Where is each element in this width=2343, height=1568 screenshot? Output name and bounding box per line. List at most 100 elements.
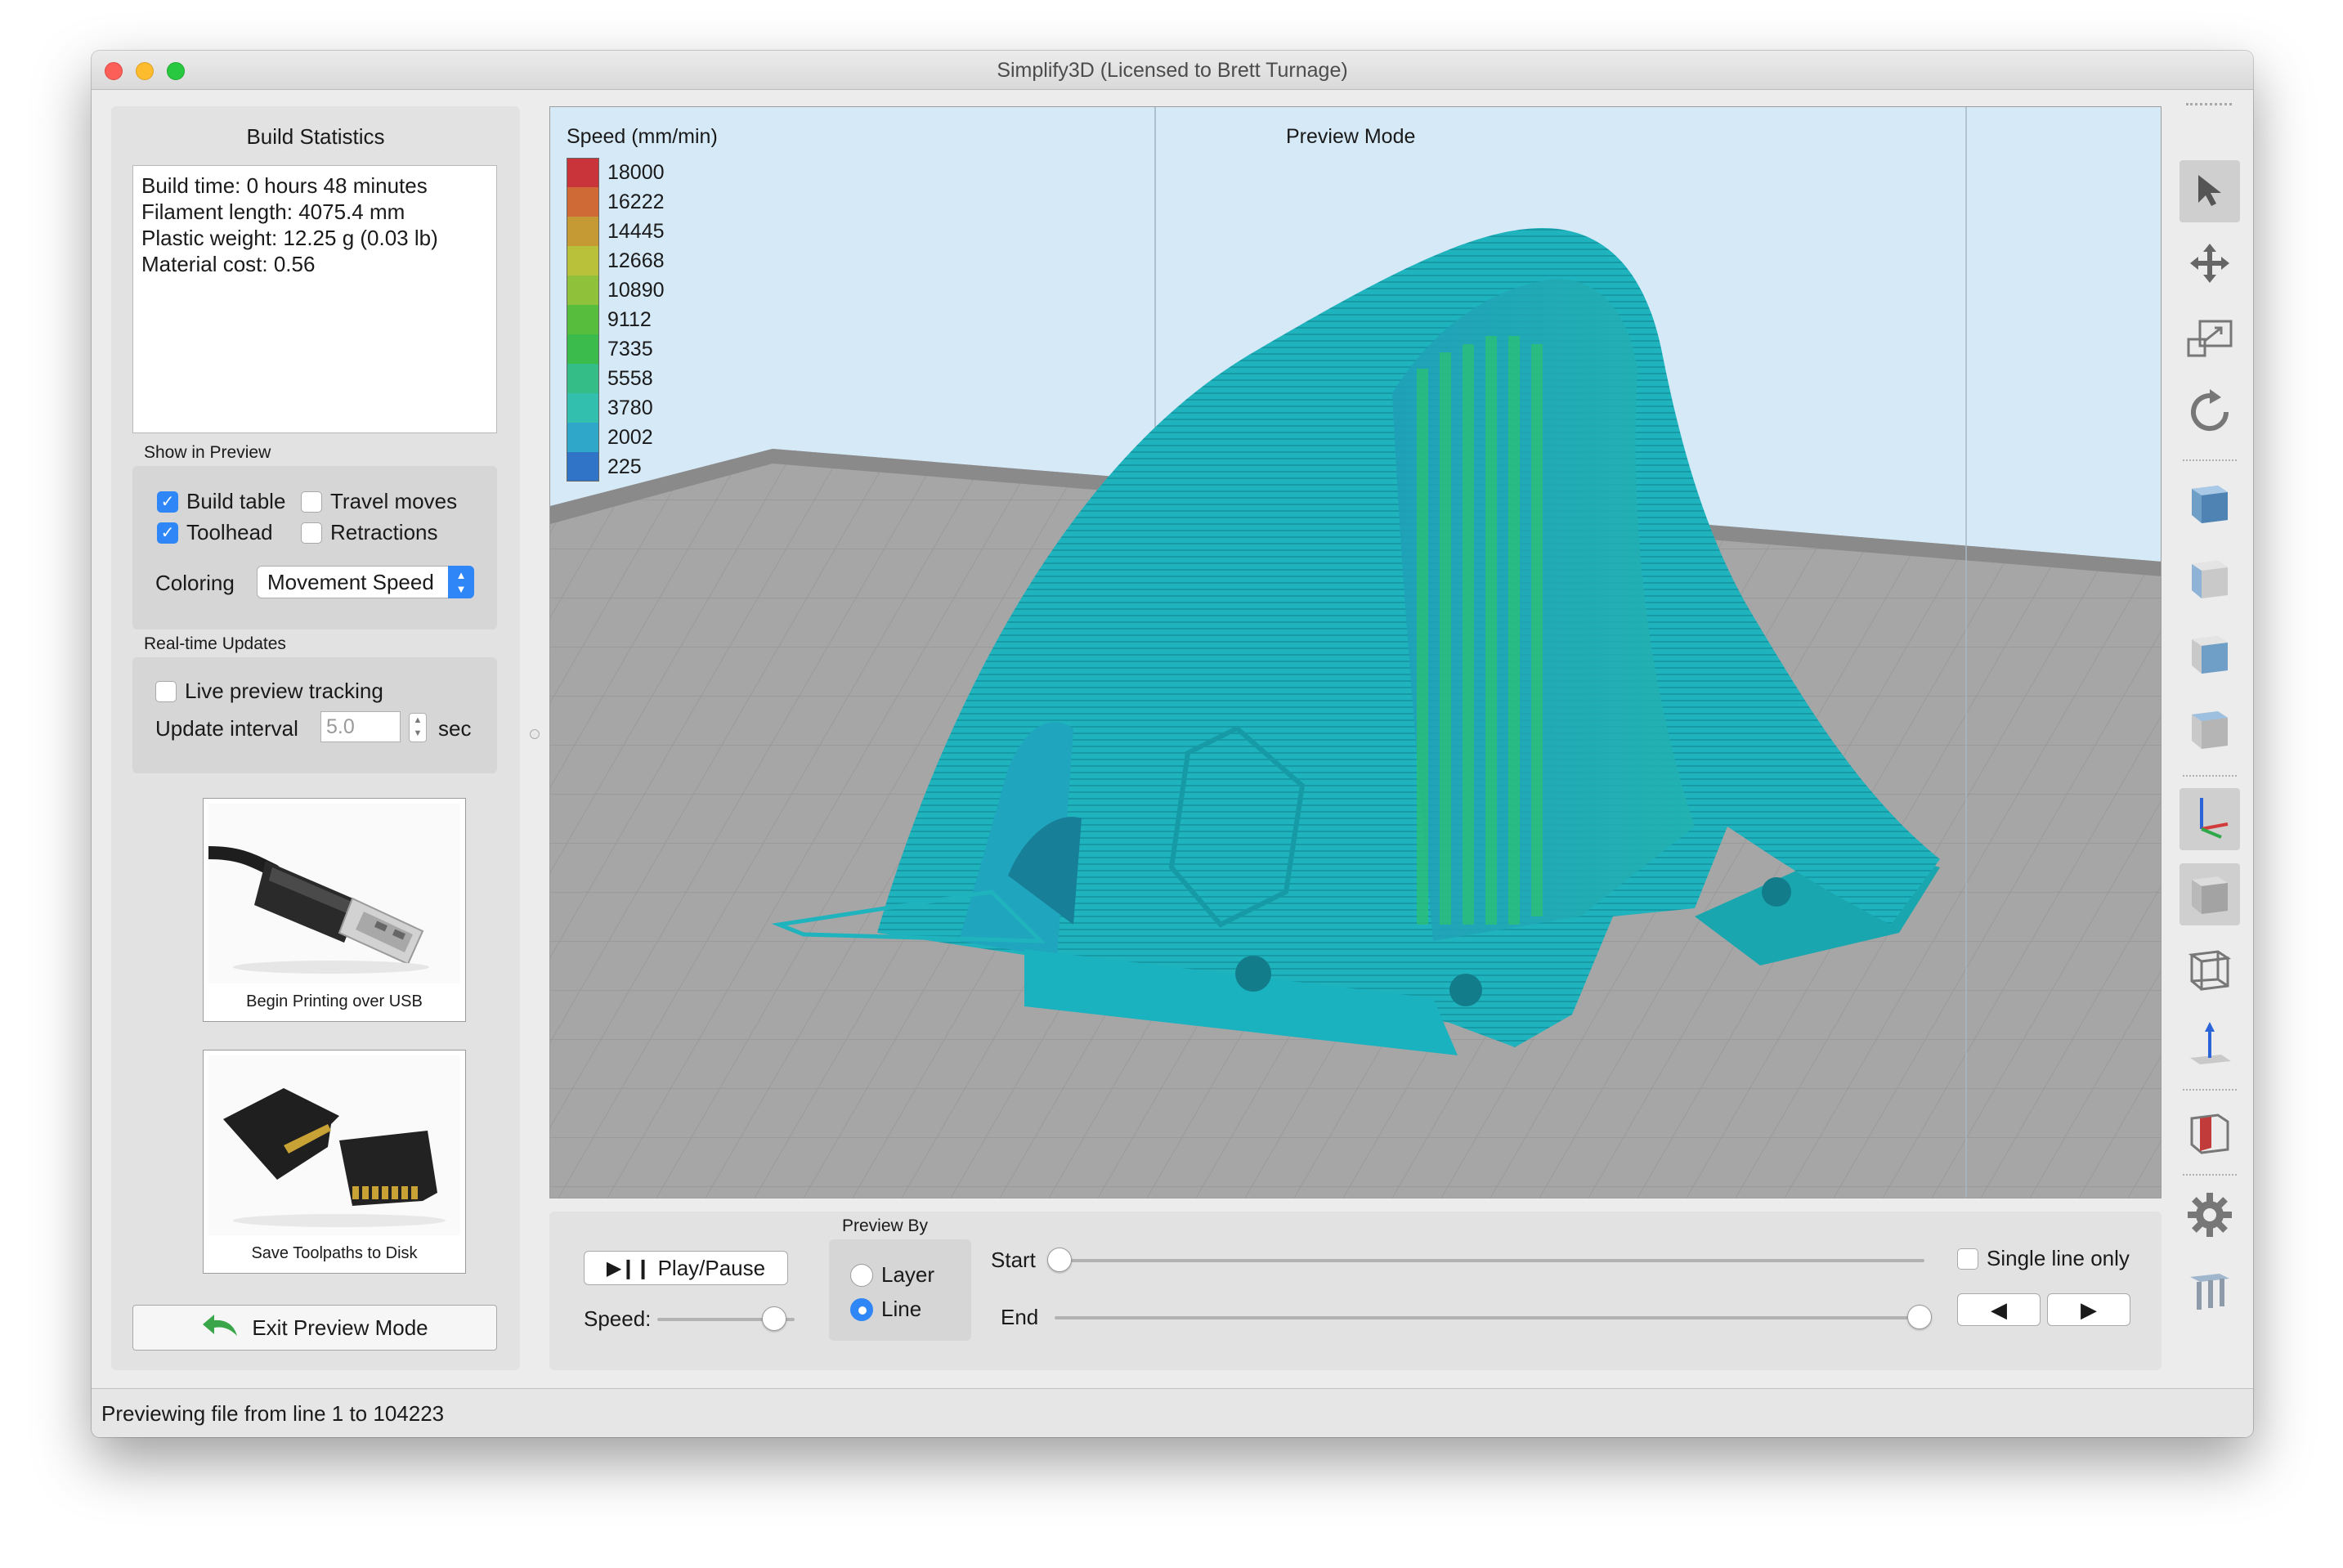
scale-tool-button[interactable] <box>2179 309 2240 371</box>
window-title: Simplify3D (Licensed to Brett Turnage) <box>997 59 1348 82</box>
checkbox-empty-icon <box>155 680 177 702</box>
view-top-button[interactable] <box>2179 698 2240 760</box>
layer-label: Layer <box>881 1262 935 1287</box>
status-bar: Previewing file from line 1 to 104223 <box>92 1388 2253 1437</box>
exit-preview-label: Exit Preview Mode <box>252 1315 428 1340</box>
realtime-updates-label: Real-time Updates <box>144 634 286 653</box>
stat-material-cost: Material cost: 0.56 <box>141 252 316 276</box>
start-slider-thumb[interactable] <box>1047 1248 1072 1272</box>
legend-row: 14445 <box>567 217 665 246</box>
view-left-button[interactable] <box>2179 548 2240 610</box>
legend-row: 3780 <box>567 393 665 423</box>
live-preview-tracking-checkbox[interactable]: Live preview tracking <box>155 679 383 704</box>
legend-row: 9112 <box>567 305 665 334</box>
end-slider-thumb[interactable] <box>1907 1305 1932 1329</box>
save-toolpaths-button[interactable]: Save Toolpaths to Disk <box>203 1050 466 1274</box>
toolhead-checkbox[interactable]: ✓ Toolhead <box>157 520 273 545</box>
stat-build-time: Build time: 0 hours 48 minutes <box>141 173 428 198</box>
cross-section-button[interactable] <box>2179 1102 2240 1164</box>
legend-value: 7335 <box>607 337 653 361</box>
preview-viewport[interactable]: Speed (mm/min) Preview Mode 18000 16222 14… <box>549 106 2162 1198</box>
toolbar-separator <box>2183 1089 2237 1091</box>
panel-splitter-handle[interactable] <box>530 729 540 739</box>
settings-button[interactable] <box>2179 1185 2240 1248</box>
sd-cards-image <box>208 1055 460 1235</box>
scene-drawing <box>550 107 2161 1198</box>
legend-row: 225 <box>567 452 665 482</box>
legend-value: 3780 <box>607 396 653 419</box>
legend-swatch <box>567 158 599 187</box>
select-tool-button[interactable] <box>2179 160 2240 222</box>
legend-swatch <box>567 423 599 452</box>
coloring-label: Coloring <box>155 571 235 595</box>
line-radio[interactable]: Line <box>850 1297 921 1322</box>
move-tool-button[interactable] <box>2179 234 2240 296</box>
build-statistics-box: Build time: 0 hours 48 minutes Filament … <box>132 165 497 433</box>
legend-value: 9112 <box>607 307 652 331</box>
radio-on-icon <box>850 1297 873 1321</box>
exit-preview-button[interactable]: Exit Preview Mode <box>132 1305 497 1351</box>
play-pause-button[interactable]: ▶❙❙ Play/Pause <box>584 1251 788 1285</box>
next-arrow-icon: ▶ <box>2081 1297 2097 1322</box>
cube-right-icon <box>2185 628 2234 681</box>
cube-top-icon <box>2185 703 2234 756</box>
travel-moves-checkbox[interactable]: Travel moves <box>301 489 457 514</box>
cube-front-icon <box>2185 477 2234 531</box>
preview-mode-label: Preview Mode <box>1286 125 1416 148</box>
left-panel: Build Statistics Build time: 0 hours 48 … <box>111 106 520 1370</box>
cube-solid-icon <box>2185 868 2234 921</box>
show-axes-button[interactable] <box>2179 788 2240 850</box>
z-axis-icon <box>2185 1019 2234 1072</box>
single-line-only-checkbox[interactable]: Single line only <box>1957 1246 2130 1271</box>
legend-swatch <box>567 187 599 217</box>
checkbox-empty-icon <box>301 522 322 544</box>
stat-plastic-weight: Plastic weight: 12.25 g (0.03 lb) <box>141 226 438 250</box>
update-interval-stepper[interactable]: ▲ ▼ <box>409 713 427 742</box>
coloring-select[interactable]: Movement Speed ▲ ▼ <box>257 566 474 598</box>
rotate-tool-button[interactable] <box>2179 383 2240 445</box>
legend-row: 7335 <box>567 334 665 364</box>
build-table-view-button[interactable] <box>2179 1261 2240 1323</box>
legend-swatch <box>567 217 599 246</box>
speed-label: Speed: <box>584 1306 652 1331</box>
line-label: Line <box>881 1297 922 1321</box>
solid-view-button[interactable] <box>2179 863 2240 925</box>
legend-swatch <box>567 393 599 423</box>
retractions-checkbox[interactable]: Retractions <box>301 520 438 545</box>
end-slider-track[interactable] <box>1055 1316 1924 1319</box>
print-over-usb-button[interactable]: Begin Printing over USB <box>202 798 466 1022</box>
toolbar-grip <box>2186 103 2232 105</box>
preview-by-label: Preview By <box>842 1216 929 1235</box>
speed-legend: 18000 16222 14445 12668 10890 9112 7335 5558 378… <box>567 158 665 482</box>
legend-value: 10890 <box>607 278 665 302</box>
legend-row: 12668 <box>567 246 665 276</box>
z-axis-view-button[interactable] <box>2179 1014 2240 1076</box>
title-bar: Simplify3D (Licensed to Brett Turnage) <box>92 51 2253 90</box>
legend-value: 2002 <box>607 425 653 449</box>
view-right-button[interactable] <box>2179 623 2240 685</box>
update-interval-unit: sec <box>438 716 472 741</box>
previous-step-button[interactable]: ◀ <box>1957 1293 2041 1326</box>
update-interval-input[interactable]: 5.0 <box>320 711 401 742</box>
legend-swatch <box>567 305 599 334</box>
wireframe-view-button[interactable] <box>2179 939 2240 1001</box>
play-pause-icon: ▶❙❙ <box>606 1257 652 1279</box>
build-statistics-title: Build Statistics <box>246 124 385 149</box>
start-slider-track[interactable] <box>1055 1259 1924 1262</box>
retractions-label: Retractions <box>330 520 438 544</box>
legend-swatch <box>567 334 599 364</box>
view-front-button[interactable] <box>2179 473 2240 535</box>
legend-value: 12668 <box>607 249 665 272</box>
legend-value: 225 <box>607 455 642 478</box>
next-step-button[interactable]: ▶ <box>2047 1293 2130 1326</box>
undo-arrow-icon <box>201 1313 239 1343</box>
legend-swatch <box>567 276 599 305</box>
legend-value: 16222 <box>607 190 665 213</box>
layer-radio[interactable]: Layer <box>850 1262 934 1288</box>
build-table-checkbox[interactable]: ✓ Build table <box>157 489 285 514</box>
rotate-icon <box>2185 388 2234 441</box>
legend-value: 5558 <box>607 366 653 390</box>
app-window: Simplify3D (Licensed to Brett Turnage) B… <box>92 51 2253 1437</box>
checkbox-empty-icon <box>1957 1248 1978 1270</box>
speed-slider-thumb[interactable] <box>761 1306 786 1331</box>
